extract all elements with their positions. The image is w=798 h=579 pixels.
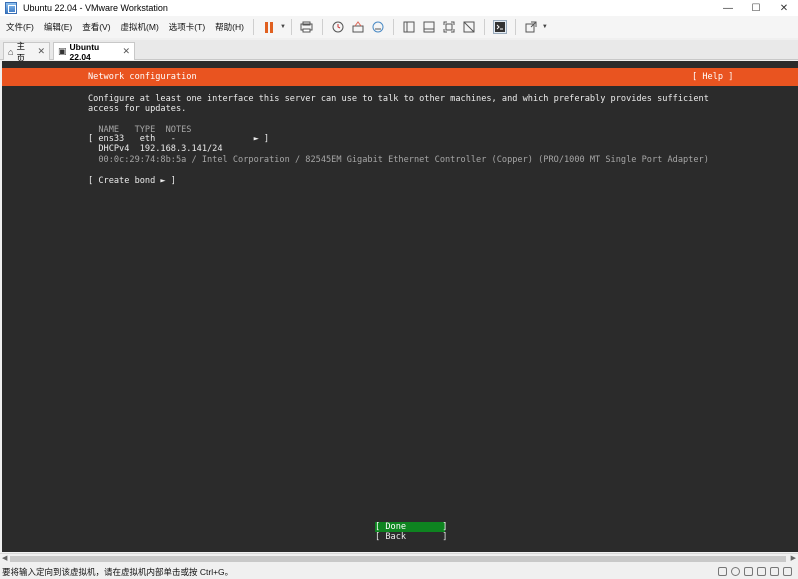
close-icon[interactable]: ✕ xyxy=(122,46,130,57)
menu-vm[interactable]: 虚拟机(M) xyxy=(117,21,163,33)
sidebar-view-icon[interactable] xyxy=(402,20,416,34)
toolbar-separator xyxy=(483,19,485,35)
menu-view[interactable]: 查看(V) xyxy=(78,21,114,33)
printer-icon[interactable] xyxy=(757,567,766,576)
tab-home[interactable]: ⌂ 主页 ✕ xyxy=(3,41,50,63)
scroll-right-icon[interactable]: ▶ xyxy=(791,554,796,562)
thumbnail-view-icon[interactable] xyxy=(422,20,436,34)
scrollbar-thumb[interactable] xyxy=(10,556,786,562)
chevron-down-icon[interactable]: ▼ xyxy=(280,24,286,30)
interface-ens33-row[interactable]: [ ens33 eth - ► ] xyxy=(88,134,269,144)
tab-bar: ⌂ 主页 ✕ ▣ Ubuntu 22.04 ✕ xyxy=(0,40,798,63)
installer-header: Network configuration [ Help ] xyxy=(2,68,798,86)
revert-snapshot-icon[interactable] xyxy=(351,20,365,34)
scroll-left-icon[interactable]: ◀ xyxy=(2,554,7,562)
device-status-icons xyxy=(718,567,792,576)
status-message: 要将输入定向到该虚拟机，请在虚拟机内部单击或按 Ctrl+G。 xyxy=(2,567,234,577)
horizontal-scrollbar[interactable]: ◀ ▶ xyxy=(0,553,798,564)
snapshot-manager-icon[interactable] xyxy=(371,20,385,34)
minimize-button[interactable]: — xyxy=(714,0,742,16)
dhcp-address-row: DHCPv4 192.168.3.141/24 xyxy=(88,144,223,154)
description-line-2: access for updates. xyxy=(88,104,187,114)
window-title: Ubuntu 22.04 - VMware Workstation xyxy=(23,3,168,13)
menu-file[interactable]: 文件(F) xyxy=(2,21,38,33)
vm-icon: ▣ xyxy=(58,46,67,56)
create-bond-button[interactable]: [ Create bond ► ] xyxy=(88,176,176,186)
close-icon[interactable]: ✕ xyxy=(37,46,45,57)
toolbar-separator xyxy=(392,19,394,35)
menu-tabs[interactable]: 选项卡(T) xyxy=(165,21,209,33)
window-controls: — ☐ ✕ xyxy=(714,0,798,16)
tab-ubuntu[interactable]: ▣ Ubuntu 22.04 ✕ xyxy=(53,41,135,62)
pause-icon[interactable] xyxy=(262,20,276,34)
snapshot-icon[interactable] xyxy=(331,20,345,34)
home-icon: ⌂ xyxy=(8,46,14,57)
cd-dvd-icon[interactable] xyxy=(731,567,740,576)
close-button[interactable]: ✕ xyxy=(770,0,798,16)
mac-adapter-row: 00:0c:29:74:8b:5a / Intel Corporation / … xyxy=(88,155,709,165)
tab-label: 主页 xyxy=(16,40,25,63)
toolbar-separator xyxy=(514,19,516,35)
help-button[interactable]: [ Help ] xyxy=(692,72,733,82)
toolbar-separator xyxy=(290,19,292,35)
network-adapter-icon[interactable] xyxy=(744,567,753,576)
back-button[interactable]: [ Back ] xyxy=(375,532,447,542)
hard-disk-icon[interactable] xyxy=(718,567,727,576)
vm-console[interactable]: Network configuration [ Help ] Configure… xyxy=(2,61,798,552)
stretch-guest-icon[interactable] xyxy=(524,20,538,34)
tab-label: Ubuntu 22.04 xyxy=(69,41,100,62)
unity-mode-icon[interactable] xyxy=(462,20,476,34)
console-view-icon[interactable] xyxy=(492,20,507,34)
done-button[interactable]: [ Done ] xyxy=(375,522,447,532)
send-ctrl-alt-del-icon[interactable] xyxy=(300,20,314,34)
page-title: Network configuration xyxy=(88,72,197,82)
toolbar-separator xyxy=(252,19,254,35)
menu-toolbar: 文件(F) 编辑(E) 查看(V) 虚拟机(M) 选项卡(T) 帮助(H) ▼ … xyxy=(0,16,798,38)
menu-edit[interactable]: 编辑(E) xyxy=(40,21,76,33)
toolbar-separator xyxy=(321,19,323,35)
vmware-logo-icon xyxy=(5,2,17,14)
description-line-1: Configure at least one interface this se… xyxy=(88,94,709,104)
full-screen-icon[interactable] xyxy=(442,20,456,34)
menu-help[interactable]: 帮助(H) xyxy=(211,21,248,33)
chevron-down-icon[interactable]: ▼ xyxy=(542,24,548,30)
display-icon[interactable] xyxy=(783,567,792,576)
title-bar: Ubuntu 22.04 - VMware Workstation — ☐ ✕ xyxy=(0,0,798,16)
sound-card-icon[interactable] xyxy=(770,567,779,576)
status-bar: 要将输入定向到该虚拟机，请在虚拟机内部单击或按 Ctrl+G。 xyxy=(0,565,798,579)
maximize-button[interactable]: ☐ xyxy=(742,0,770,16)
